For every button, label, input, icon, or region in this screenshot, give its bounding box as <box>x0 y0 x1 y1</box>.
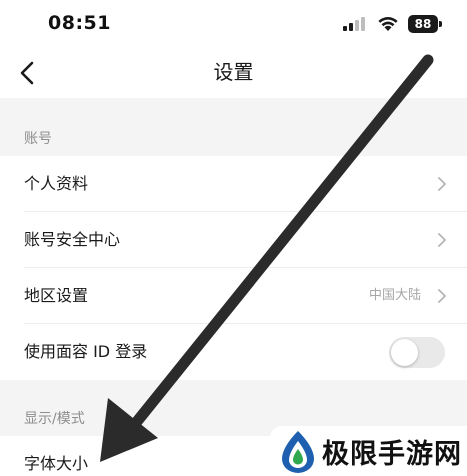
settings-row-region[interactable]: 地区设置 中国大陆 <box>0 268 467 324</box>
row-label: 使用面容 ID 登录 <box>24 342 148 361</box>
settings-screen: 08:51 88 设置 账号 个人资料 账号安全中心 地区设置 中国大陆 使用面… <box>0 0 467 476</box>
section-header-label: 显示/模式 <box>24 411 85 427</box>
status-bar: 08:51 88 <box>0 0 467 48</box>
cellular-signal-icon <box>343 17 365 31</box>
settings-row-face-id-login: 使用面容 ID 登录 <box>0 324 467 380</box>
navigation-bar: 设置 <box>0 48 467 98</box>
status-time: 08:51 <box>48 12 111 34</box>
row-label: 字体大小 <box>24 454 89 473</box>
chevron-right-icon <box>438 177 446 191</box>
section-header-account: 账号 <box>0 98 467 156</box>
settings-row-profile[interactable]: 个人资料 <box>0 156 467 212</box>
watermark: 极限手游网 <box>270 426 467 476</box>
region-value: 中国大陆 <box>368 288 421 303</box>
battery-cap <box>439 21 442 27</box>
chevron-left-icon <box>20 61 34 85</box>
section-header-label: 账号 <box>24 131 52 147</box>
row-label: 个人资料 <box>24 174 89 193</box>
battery-indicator: 88 <box>408 15 438 33</box>
page-title: 设置 <box>213 60 254 84</box>
chevron-right-icon <box>438 289 446 303</box>
row-label: 账号安全中心 <box>24 230 121 249</box>
watermark-logo-icon <box>282 431 314 473</box>
face-id-toggle[interactable] <box>389 337 445 368</box>
wifi-icon <box>378 17 398 31</box>
watermark-text: 极限手游网 <box>322 439 462 470</box>
chevron-right-icon <box>438 233 446 247</box>
settings-row-account-security[interactable]: 账号安全中心 <box>0 212 467 268</box>
back-button[interactable] <box>10 56 44 90</box>
row-label: 地区设置 <box>24 286 89 305</box>
toggle-knob <box>391 339 418 366</box>
